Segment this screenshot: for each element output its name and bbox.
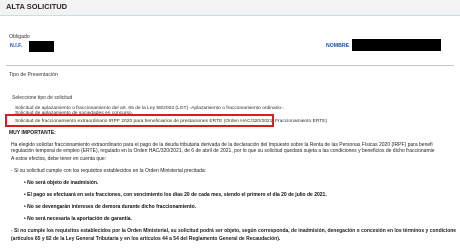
list-item: • El pago se efectuará en seis fraccione…	[24, 192, 327, 198]
info-paragraph-1b: regulación temporal de empleo (ERTE), re…	[11, 148, 435, 154]
info-paragraph-2: A estos efectos, debe tener en cuenta qu…	[11, 156, 107, 162]
info-paragraph-4b: (artículos 65 y 82 de la Ley General Tri…	[11, 236, 281, 242]
page-header	[0, 0, 460, 16]
list-item: • No será objeto de inadmisión.	[24, 180, 99, 186]
nombre-value-redacted	[352, 39, 441, 51]
info-paragraph-3: - Si su solicitud cumple con los requisi…	[11, 168, 207, 174]
section-divider	[6, 65, 454, 66]
nif-label: N.I.F.	[10, 43, 23, 49]
obligado-section-label: Obligado	[9, 34, 30, 40]
info-paragraph-4a: - Si no cumple los requisitos establecid…	[11, 228, 457, 234]
page-title: ALTA SOLICITUD	[6, 2, 68, 11]
nombre-label: NOMBRE	[326, 43, 350, 49]
important-heading: MUY IMPORTANTE:	[9, 130, 56, 136]
nif-value-redacted	[29, 41, 54, 52]
select-prompt: Seleccione tipo de solicitud	[12, 95, 73, 101]
list-item: • No será necesaria la aportación de gar…	[24, 216, 132, 222]
highlight-box	[5, 114, 274, 127]
list-item: • No se devengarán intereses de demora d…	[24, 204, 197, 210]
tipo-section-label: Tipo de Presentación	[9, 72, 58, 78]
